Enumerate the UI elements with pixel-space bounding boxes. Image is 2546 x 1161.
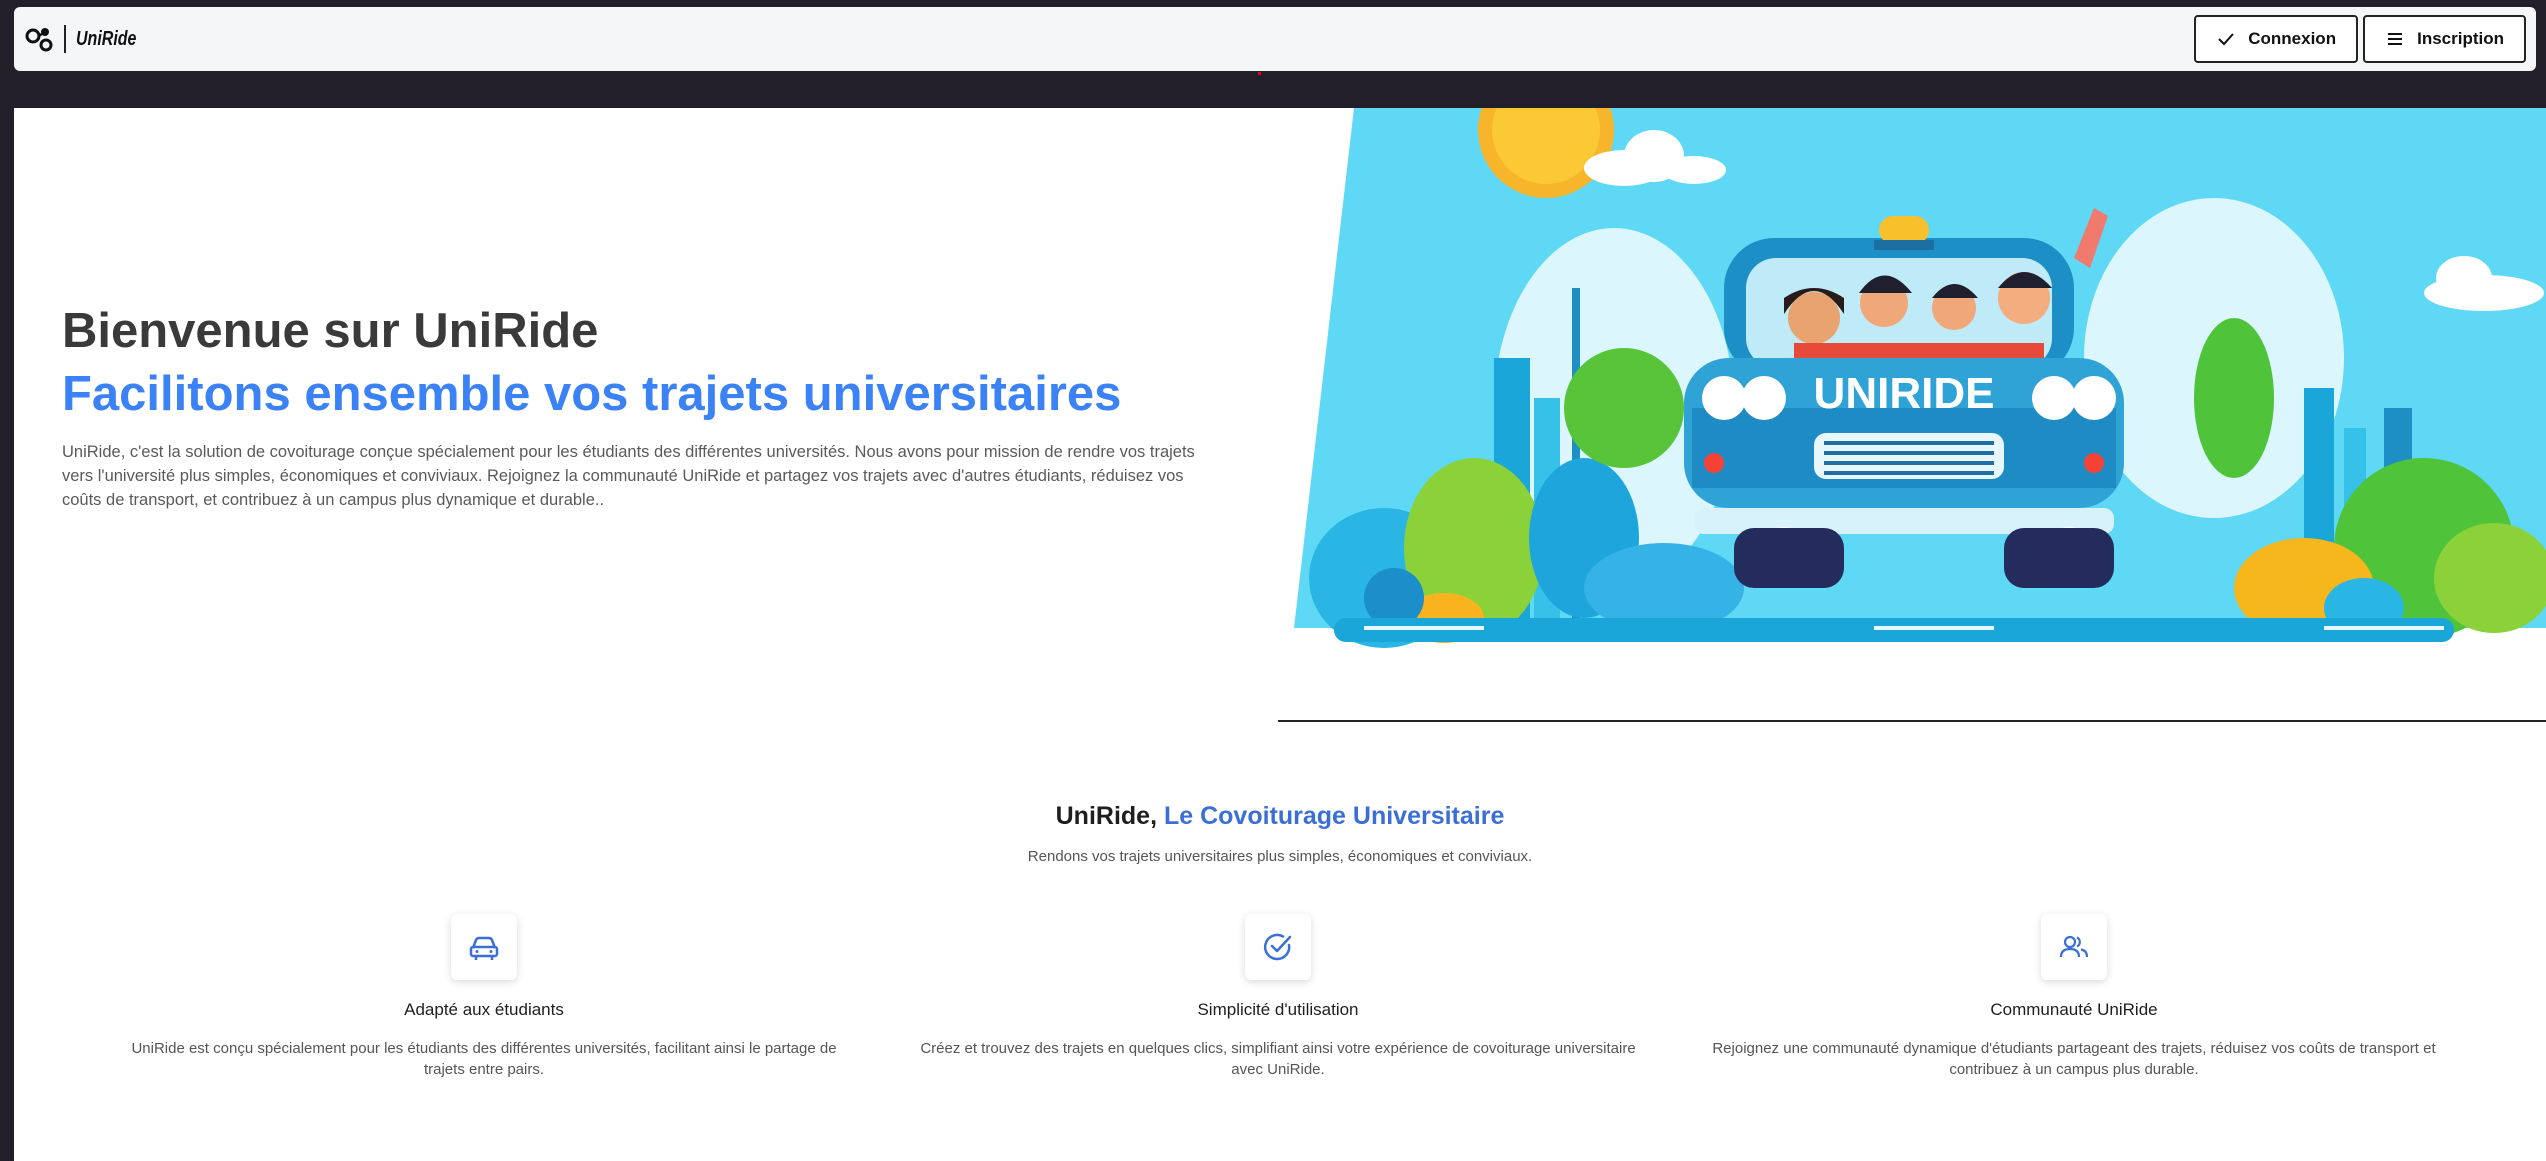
check-icon — [2218, 33, 2234, 46]
login-label: Connexion — [2248, 29, 2337, 48]
feature-title: Communauté UniRide — [1990, 1000, 2158, 1019]
decorative-dot — [1258, 72, 1261, 75]
navbar: UniRide Connexion Inscription — [14, 7, 2536, 71]
signup-button[interactable]: Inscription — [2363, 15, 2526, 63]
hero-illustration: UNIRIDE — [1294, 108, 2546, 648]
menu-icon — [2388, 33, 2403, 45]
feature-icon-box — [2041, 914, 2107, 980]
logo-icon — [25, 28, 53, 52]
login-button[interactable]: Connexion — [2194, 15, 2359, 63]
brand[interactable]: UniRide — [24, 24, 152, 54]
main-content: Bienvenue sur UniRide Facilitons ensembl… — [14, 108, 2546, 1161]
feature-icon-box — [451, 914, 517, 980]
section-heading: UniRide, Le Covoiturage Universitaire — [14, 802, 2546, 831]
users-icon — [2059, 935, 2089, 958]
feature-description: UniRide est conçu spécialement pour les … — [131, 1040, 837, 1078]
feature-card: Adapté aux étudiants UniRide est conçu s… — [114, 914, 854, 1080]
brand-separator — [64, 25, 66, 53]
hero-text: Bienvenue sur UniRide Facilitons ensembl… — [62, 300, 1222, 512]
feature-description: Rejoignez une communauté dynamique d'étu… — [1712, 1040, 2436, 1078]
nav-actions: Connexion Inscription — [2194, 15, 2526, 63]
signup-label: Inscription — [2417, 29, 2504, 48]
section-subheading: Rendons vos trajets universitaires plus … — [1027, 848, 1533, 865]
hero-description: UniRide, c'est la solution de covoiturag… — [62, 443, 1195, 509]
section-heading-tagline: Le Covoiturage Universitaire — [1163, 802, 1505, 830]
feature-card: Communauté UniRide Rejoignez une communa… — [1704, 914, 2444, 1080]
brand-name: UniRide — [76, 27, 137, 50]
hero-divider — [1278, 720, 2546, 722]
feature-title: Adapté aux étudiants — [404, 1000, 564, 1019]
feature-card: Simplicité d'utilisation Créez et trouve… — [908, 914, 1648, 1080]
car-plate-text: UNIRIDE — [1814, 369, 1995, 418]
feature-description: Créez et trouvez des trajets en quelques… — [920, 1040, 1636, 1078]
check-circle-icon — [1263, 933, 1292, 961]
hero-title: Bienvenue sur UniRide — [62, 304, 599, 358]
feature-title: Simplicité d'utilisation — [1197, 1000, 1359, 1019]
hero-subtitle: Facilitons ensemble vos trajets universi… — [62, 367, 1122, 421]
car-icon — [469, 936, 499, 960]
section-heading-brand: UniRide, — [1055, 802, 1158, 830]
feature-icon-box — [1245, 914, 1311, 980]
